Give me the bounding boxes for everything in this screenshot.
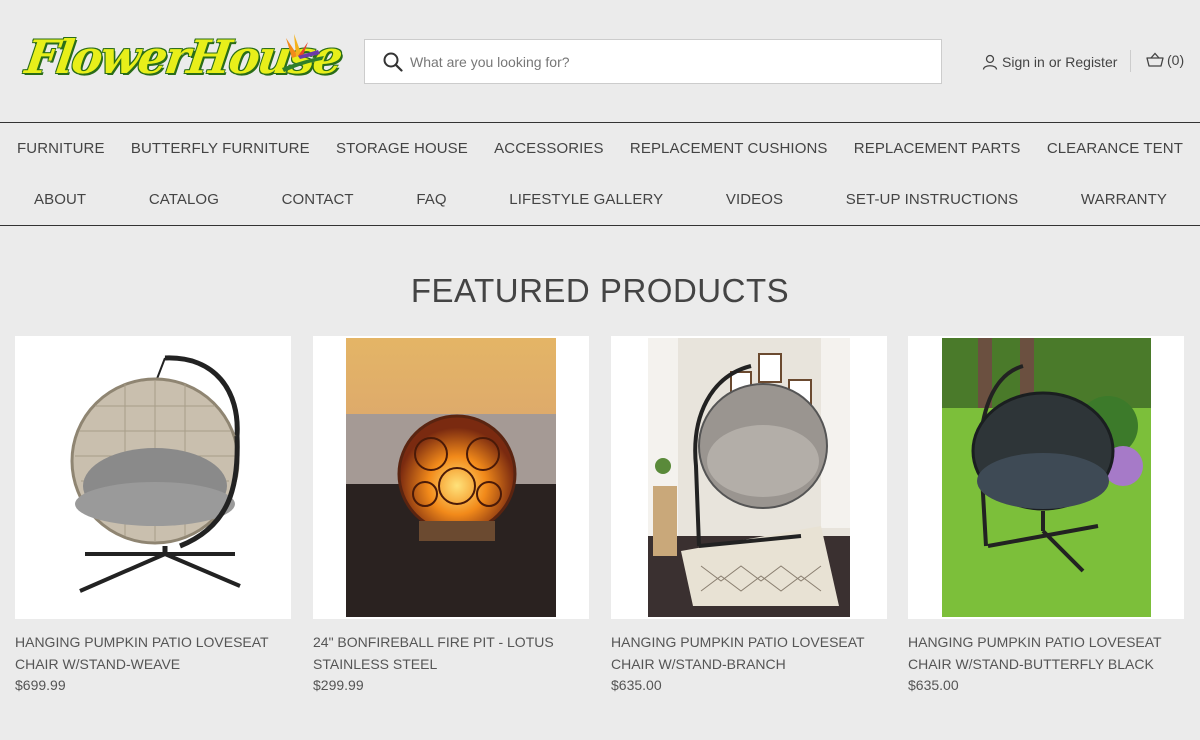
search-icon[interactable] [383, 52, 403, 72]
nav-item-replacement-cushions[interactable]: REPLACEMENT CUSHIONS [630, 140, 828, 157]
product-price: $635.00 [908, 677, 959, 693]
basket-icon [1146, 52, 1164, 67]
product-name[interactable]: 24" BONFIREBALL FIRE PIT - LOTUS STAINLE… [313, 631, 589, 675]
product-price: $299.99 [313, 677, 364, 693]
product-price: $699.99 [15, 677, 66, 693]
hanging-chair-butterfly-image[interactable] [908, 336, 1184, 619]
nav-item-storage-house[interactable]: STORAGE HOUSE [336, 140, 468, 157]
product-name[interactable]: HANGING PUMPKIN PATIO LOVESEAT CHAIR W/S… [611, 631, 887, 675]
header-divider [1130, 50, 1131, 72]
nav-item-faq[interactable]: FAQ [416, 191, 446, 208]
product-name[interactable]: HANGING PUMPKIN PATIO LOVESEAT CHAIR W/S… [15, 631, 291, 675]
nav-item-lifestyle-gallery[interactable]: LIFESTYLE GALLERY [509, 191, 663, 208]
nav-item-catalog[interactable]: CATALOG [149, 191, 219, 208]
main-navigation: FURNITURE BUTTERFLY FURNITURE STORAGE HO… [0, 122, 1200, 226]
nav-item-contact[interactable]: CONTACT [282, 191, 354, 208]
search-input[interactable] [410, 40, 930, 83]
product-price: $635.00 [611, 677, 662, 693]
product-card[interactable]: HANGING PUMPKIN PATIO LOVESEAT CHAIR W/S… [908, 336, 1184, 693]
product-name[interactable]: HANGING PUMPKIN PATIO LOVESEAT CHAIR W/S… [908, 631, 1184, 675]
nav-item-warranty[interactable]: WARRANTY [1081, 191, 1167, 208]
bird-of-paradise-flower-icon [282, 34, 324, 72]
featured-products-heading: FEATURED PRODUCTS [410, 272, 790, 309]
hanging-chair-weave-image[interactable] [15, 336, 291, 619]
search-bar[interactable] [364, 39, 942, 84]
person-icon [982, 54, 998, 70]
cart-link[interactable]: (0) [1146, 52, 1184, 68]
sign-in-link[interactable]: Sign in [1002, 54, 1045, 70]
nav-item-accessories[interactable]: ACCESSORIES [494, 140, 603, 157]
nav-item-furniture[interactable]: FURNITURE [17, 140, 105, 157]
product-card[interactable]: HANGING PUMPKIN PATIO LOVESEAT CHAIR W/S… [15, 336, 291, 693]
or-separator: or [1048, 54, 1062, 70]
site-header: FlowerHouse Sign in or Register (0) [0, 0, 1200, 122]
fire-pit-image[interactable] [313, 336, 589, 619]
nav-item-about[interactable]: ABOUT [34, 191, 86, 208]
hanging-chair-branch-image[interactable] [611, 336, 887, 619]
nav-item-setup-instructions[interactable]: SET-UP INSTRUCTIONS [846, 191, 1018, 208]
flowerhouse-logo[interactable]: FlowerHouse [22, 26, 344, 96]
product-card[interactable]: 24" BONFIREBALL FIRE PIT - LOTUS STAINLE… [313, 336, 589, 693]
register-link[interactable]: Register [1065, 54, 1117, 70]
nav-item-videos[interactable]: VIDEOS [726, 191, 783, 208]
account-links: Sign in or Register [982, 52, 1117, 72]
nav-row-2: ABOUT CATALOG CONTACT FAQ LIFESTYLE GALL… [0, 174, 1200, 224]
nav-item-clearance-tent[interactable]: CLEARANCE TENT [1047, 140, 1183, 157]
nav-item-replacement-parts[interactable]: REPLACEMENT PARTS [854, 140, 1021, 157]
nav-item-butterfly-furniture[interactable]: BUTTERFLY FURNITURE [131, 140, 310, 157]
product-card[interactable]: HANGING PUMPKIN PATIO LOVESEAT CHAIR W/S… [611, 336, 887, 693]
nav-row-1: FURNITURE BUTTERFLY FURNITURE STORAGE HO… [0, 123, 1200, 173]
cart-count: (0) [1167, 52, 1185, 68]
